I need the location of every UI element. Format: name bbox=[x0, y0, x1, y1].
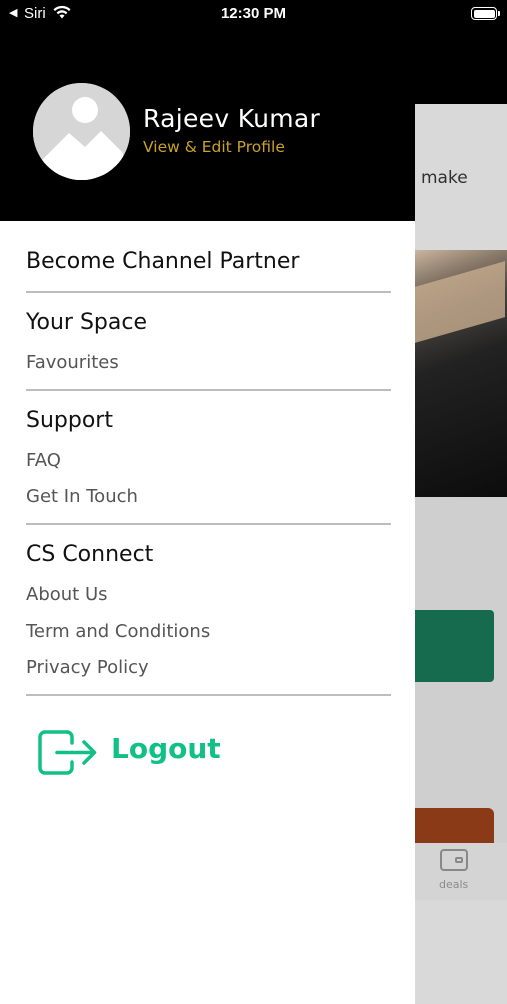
divider bbox=[26, 291, 391, 293]
background-green-button bbox=[415, 610, 494, 682]
avatar[interactable] bbox=[33, 83, 130, 180]
view-edit-profile-link[interactable]: View & Edit Profile bbox=[143, 138, 285, 156]
divider bbox=[26, 389, 391, 391]
tab-deals-label: deals bbox=[439, 878, 469, 891]
menu-item-get-in-touch[interactable]: Get In Touch bbox=[26, 486, 138, 507]
logout-label: Logout bbox=[111, 732, 221, 765]
battery-icon bbox=[471, 7, 500, 20]
background-orange-button bbox=[415, 808, 494, 848]
cs-connect-heading: CS Connect bbox=[26, 542, 154, 567]
background-image bbox=[415, 250, 507, 497]
status-time: 12:30 PM bbox=[220, 5, 287, 22]
support-heading: Support bbox=[26, 408, 113, 433]
divider bbox=[26, 694, 391, 696]
image-placeholder-icon bbox=[33, 83, 130, 180]
status-bar: ◀ Siri 12:30 PM bbox=[0, 0, 507, 28]
menu-item-about-us[interactable]: About Us bbox=[26, 584, 108, 605]
logout-button[interactable]: Logout bbox=[37, 728, 227, 778]
menu-item-privacy-policy[interactable]: Privacy Policy bbox=[26, 657, 149, 678]
menu-item-favourites[interactable]: Favourites bbox=[26, 352, 119, 373]
become-channel-partner-item[interactable]: Become Channel Partner bbox=[26, 249, 299, 274]
profile-name: Rajeev Kumar bbox=[143, 104, 321, 133]
menu-item-faq[interactable]: FAQ bbox=[26, 450, 61, 471]
divider bbox=[26, 523, 391, 525]
your-space-heading: Your Space bbox=[26, 310, 147, 335]
background-peek-text: make bbox=[421, 168, 468, 188]
menu-item-terms[interactable]: Term and Conditions bbox=[26, 621, 210, 642]
logout-icon bbox=[38, 730, 97, 775]
drawer-header: Rajeev Kumar View & Edit Profile bbox=[0, 0, 415, 221]
navigation-drawer: Rajeev Kumar View & Edit Profile Become … bbox=[0, 0, 415, 900]
wallet-icon bbox=[440, 849, 468, 871]
